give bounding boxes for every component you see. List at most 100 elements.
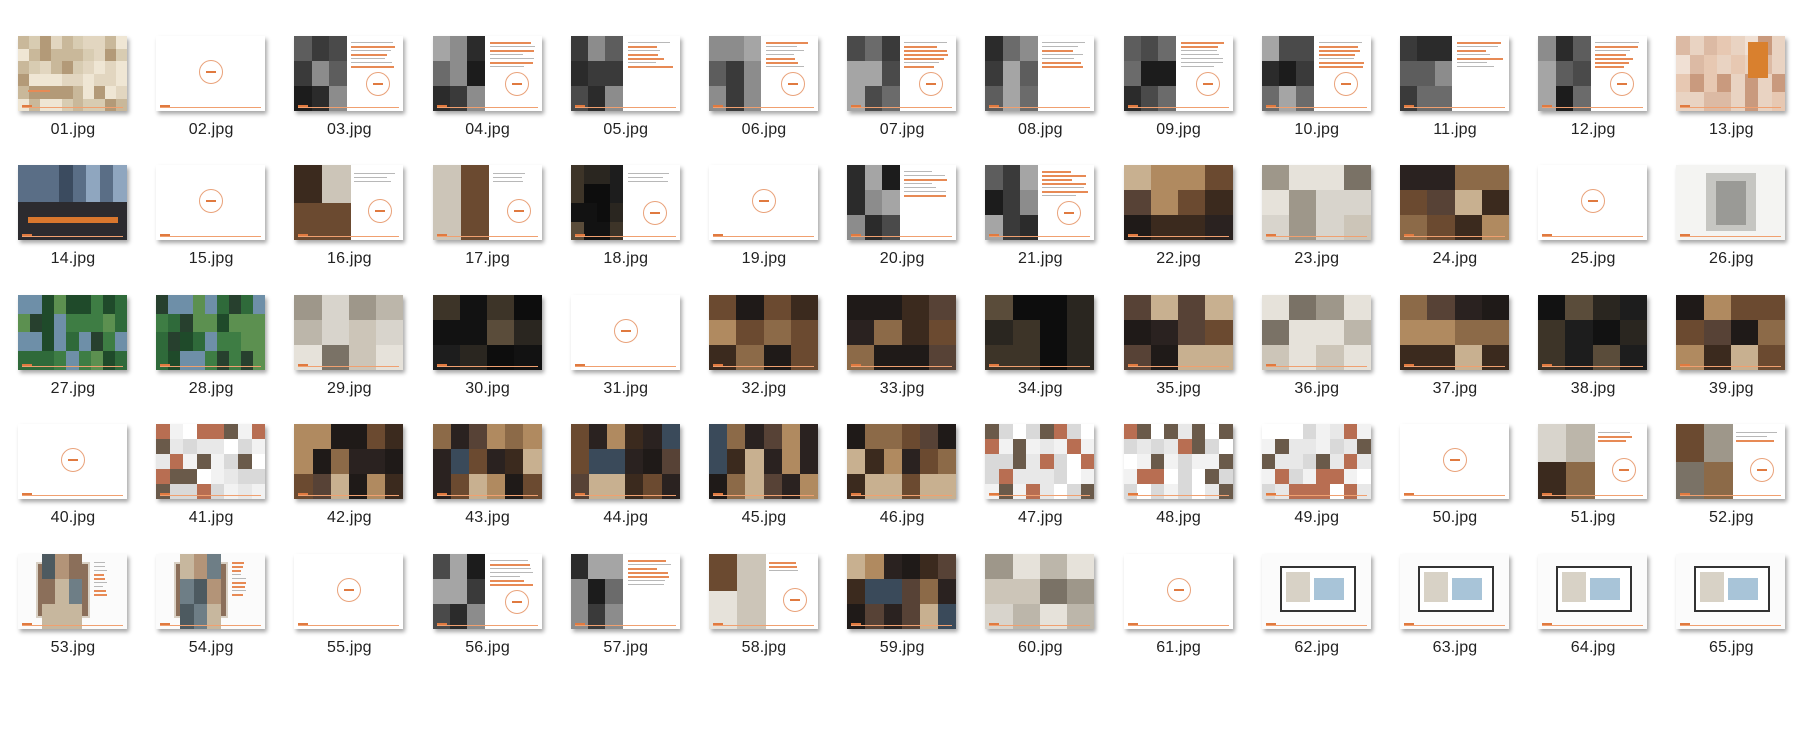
file-thumbnail[interactable] [570, 424, 680, 500]
file-thumbnail[interactable] [570, 36, 680, 111]
file-thumbnail[interactable] [432, 165, 542, 241]
file-item[interactable]: 31.jpg [553, 255, 691, 397]
file-item[interactable]: 01.jpg [0, 0, 138, 138]
file-thumbnail[interactable] [1676, 36, 1786, 111]
file-thumbnail[interactable] [18, 36, 127, 111]
file-item[interactable]: 25.jpg [1520, 125, 1658, 267]
file-thumbnail[interactable] [432, 294, 542, 370]
file-thumbnail[interactable] [156, 165, 266, 241]
file-thumbnail[interactable] [18, 553, 127, 629]
file-thumbnail[interactable] [985, 165, 1095, 241]
file-thumbnail[interactable] [18, 424, 127, 500]
file-thumbnail[interactable] [570, 553, 680, 629]
file-thumbnail[interactable] [156, 553, 266, 629]
file-item[interactable]: 53.jpg [0, 514, 138, 656]
file-thumbnail[interactable] [709, 553, 818, 629]
file-item[interactable]: 29.jpg [276, 255, 414, 397]
file-item[interactable]: 20.jpg [829, 125, 967, 267]
file-item[interactable]: 08.jpg [967, 0, 1105, 138]
file-item[interactable]: 17.jpg [415, 125, 553, 267]
file-thumbnail[interactable] [847, 36, 957, 111]
file-item[interactable]: 05.jpg [553, 0, 691, 138]
file-thumbnail[interactable] [570, 165, 680, 241]
file-thumbnail[interactable] [294, 294, 404, 370]
file-item[interactable]: 55.jpg [276, 514, 414, 656]
file-thumbnail[interactable] [1123, 553, 1233, 629]
file-item[interactable]: 57.jpg [553, 514, 691, 656]
file-thumbnail[interactable] [985, 553, 1095, 629]
file-item[interactable]: 60.jpg [967, 514, 1105, 656]
file-thumbnail[interactable] [18, 165, 127, 241]
file-thumbnail[interactable] [709, 424, 818, 500]
file-thumbnail[interactable] [847, 165, 957, 241]
file-thumbnail[interactable] [1123, 294, 1233, 370]
file-thumbnail[interactable] [432, 553, 542, 629]
file-thumbnail[interactable] [1538, 36, 1648, 111]
file-item[interactable]: 06.jpg [691, 0, 829, 138]
file-item[interactable]: 59.jpg [829, 514, 967, 656]
file-thumbnail[interactable] [1400, 553, 1509, 629]
file-item[interactable]: 47.jpg [967, 384, 1105, 526]
file-thumbnail[interactable] [1676, 165, 1786, 241]
file-item[interactable]: 58.jpg [691, 514, 829, 656]
file-thumbnail[interactable] [294, 36, 404, 111]
file-thumbnail[interactable] [1538, 553, 1648, 629]
file-thumbnail[interactable] [1538, 165, 1648, 241]
file-thumbnail[interactable] [847, 424, 957, 500]
file-thumbnail[interactable] [709, 165, 818, 241]
file-item[interactable]: 48.jpg [1106, 384, 1244, 526]
file-item[interactable]: 19.jpg [691, 125, 829, 267]
file-item[interactable]: 26.jpg [1658, 125, 1795, 267]
file-thumbnail[interactable] [847, 553, 957, 629]
file-thumbnail[interactable] [156, 294, 266, 370]
file-item[interactable]: 09.jpg [1106, 0, 1244, 138]
file-thumbnail[interactable] [1400, 165, 1509, 241]
file-thumbnail[interactable] [294, 165, 404, 241]
file-thumbnail[interactable] [432, 36, 542, 111]
file-thumbnail[interactable] [1538, 424, 1648, 500]
file-thumbnail[interactable] [985, 424, 1095, 500]
file-item[interactable]: 41.jpg [138, 384, 276, 526]
file-item[interactable]: 22.jpg [1106, 125, 1244, 267]
file-thumbnail[interactable] [1261, 36, 1371, 111]
file-item[interactable]: 44.jpg [553, 384, 691, 526]
file-thumbnail[interactable] [847, 294, 957, 370]
file-thumbnail[interactable] [1261, 424, 1371, 500]
file-item[interactable]: 63.jpg [1382, 514, 1520, 656]
file-item[interactable]: 62.jpg [1244, 514, 1382, 656]
file-item[interactable]: 16.jpg [276, 125, 414, 267]
file-thumbnail[interactable] [294, 424, 404, 500]
file-thumbnail[interactable] [156, 36, 266, 111]
file-thumbnail[interactable] [985, 294, 1095, 370]
file-item[interactable]: 42.jpg [276, 384, 414, 526]
file-item[interactable]: 36.jpg [1244, 255, 1382, 397]
file-item[interactable]: 04.jpg [415, 0, 553, 138]
file-item[interactable]: 24.jpg [1382, 125, 1520, 267]
file-item[interactable]: 30.jpg [415, 255, 553, 397]
file-item[interactable]: 10.jpg [1244, 0, 1382, 138]
file-item[interactable]: 34.jpg [967, 255, 1105, 397]
file-item[interactable]: 50.jpg [1382, 384, 1520, 526]
file-item[interactable]: 43.jpg [415, 384, 553, 526]
file-thumbnail[interactable] [1123, 36, 1233, 111]
file-item[interactable]: 61.jpg [1106, 514, 1244, 656]
file-item[interactable]: 37.jpg [1382, 255, 1520, 397]
file-item[interactable]: 11.jpg [1382, 0, 1520, 138]
file-thumbnail[interactable] [1400, 294, 1509, 370]
file-thumbnail[interactable] [1400, 36, 1509, 111]
file-thumbnail[interactable] [156, 424, 266, 500]
file-thumbnail[interactable] [1123, 165, 1233, 241]
file-thumbnail[interactable] [1538, 294, 1648, 370]
file-item[interactable]: 56.jpg [415, 514, 553, 656]
file-item[interactable]: 52.jpg [1658, 384, 1795, 526]
file-item[interactable]: 28.jpg [138, 255, 276, 397]
file-item[interactable]: 35.jpg [1106, 255, 1244, 397]
file-item[interactable]: 12.jpg [1520, 0, 1658, 138]
file-thumbnail[interactable] [1261, 553, 1371, 629]
file-thumbnail[interactable] [294, 553, 404, 629]
file-thumbnail[interactable] [709, 36, 818, 111]
file-item[interactable]: 07.jpg [829, 0, 967, 138]
file-thumbnail[interactable] [1261, 294, 1371, 370]
file-item[interactable]: 03.jpg [276, 0, 414, 138]
file-item[interactable]: 49.jpg [1244, 384, 1382, 526]
